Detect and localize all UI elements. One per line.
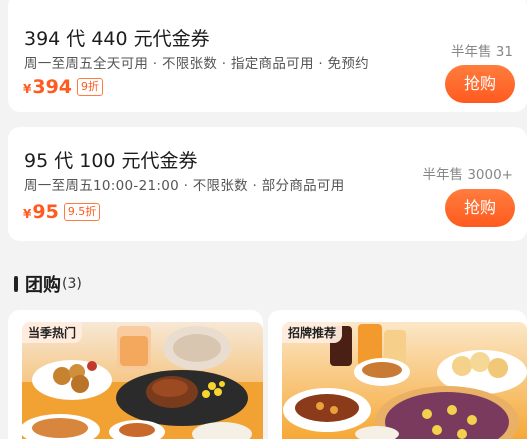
buy-button[interactable]: 抢购 [445, 65, 515, 103]
deal-tag: 当季热门 [22, 322, 83, 343]
group-deal-card[interactable]: 当季热门 [8, 310, 263, 439]
voucher-card[interactable]: 95 代 100 元代金券 周一至周五10:00-21:00 · 不限张数 · … [8, 127, 527, 241]
buy-button[interactable]: 抢购 [445, 189, 515, 227]
section-title: 团购 [25, 275, 61, 296]
sales-count: 半年售 3000+ [422, 167, 513, 183]
voucher-description: 周一至周五10:00-21:00 · 不限张数 · 部分商品可用 [24, 178, 345, 194]
voucher-price: ¥ 95 [23, 201, 59, 223]
currency-symbol: ¥ [23, 82, 32, 96]
section-count: (3) [62, 276, 82, 292]
deal-tag: 招牌推荐 [282, 322, 343, 343]
group-section-header: 团购 (3) [14, 271, 82, 297]
voucher-title: 394 代 440 元代金券 [24, 28, 210, 50]
voucher-title: 95 代 100 元代金券 [24, 150, 198, 172]
voucher-price: ¥ 394 [23, 76, 72, 98]
section-marker [14, 276, 18, 292]
sales-count: 半年售 31 [451, 44, 513, 60]
discount-badge: 9.5折 [63, 203, 101, 221]
currency-symbol: ¥ [23, 207, 32, 221]
group-deal-card[interactable]: 招牌推荐 [268, 310, 527, 439]
price-value: 394 [32, 76, 73, 98]
discount-badge: 9折 [77, 78, 104, 96]
voucher-description: 周一至周五全天可用 · 不限张数 · 指定商品可用 · 免预约 [24, 56, 369, 72]
price-row: ¥ 394 9折 [23, 76, 104, 98]
price-row: ¥ 95 9.5折 [23, 201, 101, 223]
voucher-card[interactable]: 394 代 440 元代金券 周一至周五全天可用 · 不限张数 · 指定商品可用… [8, 0, 527, 112]
price-value: 95 [32, 201, 59, 223]
